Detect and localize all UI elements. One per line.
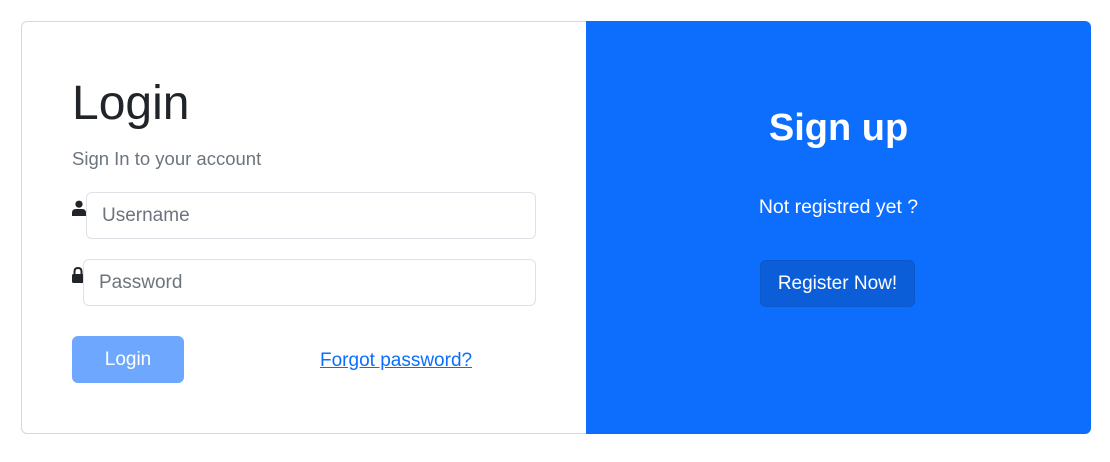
- login-button[interactable]: Login: [72, 336, 184, 383]
- register-now-button[interactable]: Register Now!: [760, 260, 915, 307]
- username-input[interactable]: [86, 192, 536, 239]
- signup-card: Sign up Not registred yet ? Register Now…: [586, 21, 1091, 434]
- login-card: Login Sign In to your account Login Forg…: [21, 21, 586, 434]
- auth-card-group: Login Sign In to your account Login Forg…: [21, 21, 1091, 434]
- username-row: [72, 192, 536, 239]
- signup-title: Sign up: [768, 107, 909, 149]
- forgot-password-link[interactable]: Forgot password?: [320, 349, 472, 373]
- user-icon: [72, 200, 86, 216]
- password-row: [72, 259, 536, 306]
- login-title: Login: [72, 77, 190, 130]
- password-input[interactable]: [83, 259, 536, 306]
- signup-text: Not registred yet ?: [758, 196, 919, 218]
- login-subtitle: Sign In to your account: [72, 148, 262, 169]
